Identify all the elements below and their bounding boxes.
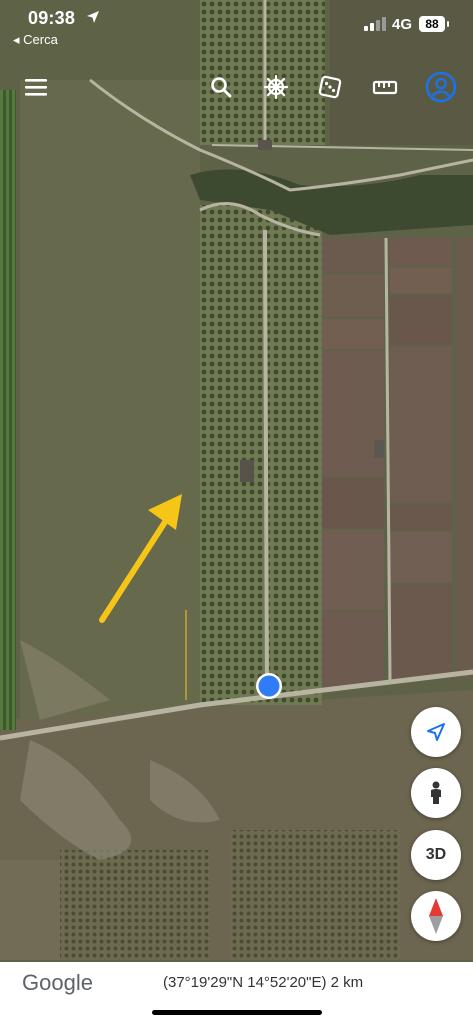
dice-icon (318, 75, 342, 99)
menu-icon (25, 79, 47, 96)
compass-icon (429, 898, 443, 934)
menu-button[interactable] (21, 72, 51, 102)
plowed-fields (322, 238, 473, 687)
search-icon (211, 77, 232, 98)
compass-button[interactable] (411, 891, 461, 941)
3d-view-label: 3D (425, 846, 447, 863)
signal-strength-icon (364, 17, 386, 31)
measure-button[interactable] (370, 72, 400, 102)
back-to-search-link[interactable]: ◂ Cerca (13, 32, 58, 48)
current-location-dot (256, 673, 282, 699)
3d-view-button[interactable]: 3D (411, 830, 461, 880)
home-indicator[interactable] (152, 1010, 322, 1015)
battery-indicator: 88 (419, 16, 445, 32)
voyager-wheel-icon (263, 74, 289, 100)
account-icon (425, 71, 457, 103)
pegman-icon (431, 781, 441, 804)
map-imagery (0, 0, 473, 1024)
location-arrow-icon (427, 723, 445, 741)
my-location-button[interactable] (411, 707, 461, 757)
battery-tip (447, 21, 449, 27)
orchard-field (200, 205, 322, 705)
network-type: 4G (392, 16, 413, 33)
status-time: 09:38 (28, 8, 76, 28)
footer-bar: Google (37°19'29"N 14°52'20"E) 2 km (0, 962, 473, 1024)
google-logo: Google (22, 970, 93, 995)
account-button[interactable] (424, 70, 458, 104)
location-services-icon (87, 11, 99, 23)
coordinates-scale-readout: (37°19'29"N 14°52'20"E) 2 km (163, 974, 364, 991)
ruler-icon (372, 80, 398, 95)
voyager-button[interactable] (261, 72, 291, 102)
random-place-button[interactable] (315, 72, 345, 102)
satellite-map[interactable] (0, 0, 473, 1024)
street-view-button[interactable] (411, 768, 461, 818)
status-bar: 09:38 ◂ Cerca 4G 88 (0, 0, 473, 52)
left-orchard-strip (0, 90, 16, 730)
search-button[interactable] (206, 72, 236, 102)
